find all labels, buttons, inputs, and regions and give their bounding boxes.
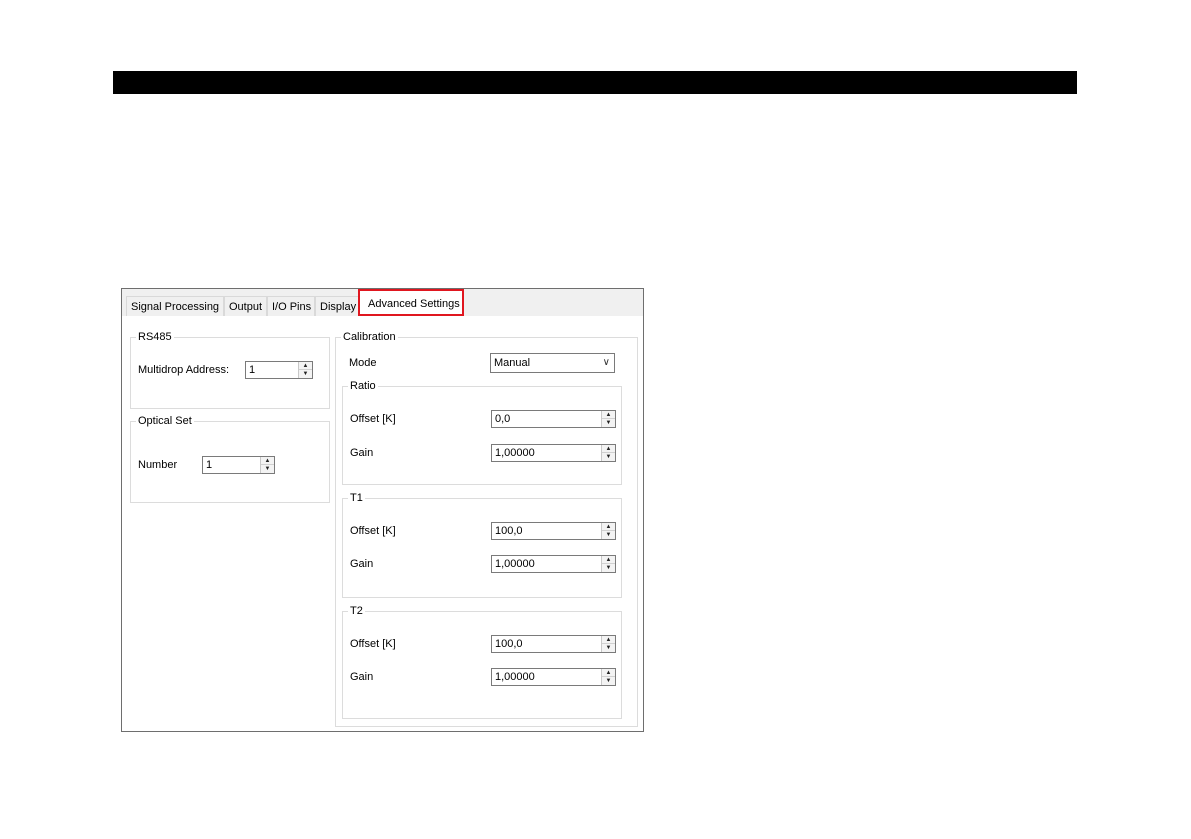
settings-window: Signal Processing Output I/O Pins Displa… bbox=[121, 288, 644, 732]
t1-offset-label: Offset [K] bbox=[350, 525, 396, 537]
ratio-title: Ratio bbox=[348, 379, 378, 393]
t1-title: T1 bbox=[348, 491, 365, 505]
ratio-offset-stepper[interactable]: ▲ ▼ bbox=[491, 410, 616, 428]
calibration-title: Calibration bbox=[341, 330, 398, 344]
spin-up-icon[interactable]: ▲ bbox=[261, 457, 274, 465]
t2-gain-label: Gain bbox=[350, 671, 374, 683]
tab-signal-processing[interactable]: Signal Processing bbox=[126, 296, 224, 316]
ratio-offset-spin-buttons[interactable]: ▲ ▼ bbox=[601, 411, 615, 427]
optical-set-group: Optical Set Number ▲ ▼ bbox=[130, 414, 330, 503]
multidrop-address-label: Multidrop Address: bbox=[138, 364, 230, 376]
multidrop-address-stepper[interactable]: ▲ ▼ bbox=[245, 361, 313, 379]
t1-offset-input[interactable] bbox=[492, 523, 601, 539]
rs485-title: RS485 bbox=[136, 330, 174, 344]
ratio-offset-label: Offset [K] bbox=[350, 413, 396, 425]
optical-number-stepper[interactable]: ▲ ▼ bbox=[202, 456, 275, 474]
ratio-gain-spin-buttons[interactable]: ▲ ▼ bbox=[601, 445, 615, 461]
t1-gain-input[interactable] bbox=[492, 556, 601, 572]
multidrop-address-input[interactable] bbox=[246, 362, 298, 378]
t1-gain-label: Gain bbox=[350, 558, 374, 570]
spin-down-icon[interactable]: ▼ bbox=[602, 644, 615, 652]
optical-set-title: Optical Set bbox=[136, 414, 194, 428]
spin-down-icon[interactable]: ▼ bbox=[602, 564, 615, 572]
spin-down-icon[interactable]: ▼ bbox=[261, 465, 274, 473]
t2-offset-spin-buttons[interactable]: ▲ ▼ bbox=[601, 636, 615, 652]
spin-up-icon[interactable]: ▲ bbox=[602, 523, 615, 531]
calibration-group: Calibration Mode Manual ∨ Ratio Offset [… bbox=[335, 330, 638, 727]
chevron-down-icon[interactable]: ∨ bbox=[603, 354, 610, 372]
header-bar bbox=[113, 71, 1077, 94]
mode-select[interactable]: Manual ∨ bbox=[490, 353, 615, 373]
spin-up-icon[interactable]: ▲ bbox=[602, 636, 615, 644]
ratio-gain-input[interactable] bbox=[492, 445, 601, 461]
tab-output[interactable]: Output bbox=[224, 296, 267, 316]
tab-advanced-settings[interactable]: Advanced Settings bbox=[358, 289, 464, 316]
t1-gain-stepper[interactable]: ▲ ▼ bbox=[491, 555, 616, 573]
t2-group: T2 Offset [K] ▲ ▼ Gain ▲ ▼ bbox=[342, 604, 622, 719]
spin-down-icon[interactable]: ▼ bbox=[602, 677, 615, 685]
tab-io-pins[interactable]: I/O Pins bbox=[267, 296, 315, 316]
ratio-gain-label: Gain bbox=[350, 447, 374, 459]
spin-down-icon[interactable]: ▼ bbox=[602, 419, 615, 427]
advanced-settings-panel: RS485 Multidrop Address: ▲ ▼ Optical Set… bbox=[122, 316, 643, 731]
ratio-offset-input[interactable] bbox=[492, 411, 601, 427]
t1-gain-spin-buttons[interactable]: ▲ ▼ bbox=[601, 556, 615, 572]
ratio-group: Ratio Offset [K] ▲ ▼ Gain ▲ ▼ bbox=[342, 379, 622, 485]
mode-selected-value: Manual bbox=[494, 357, 531, 369]
spin-up-icon[interactable]: ▲ bbox=[602, 411, 615, 419]
t2-offset-label: Offset [K] bbox=[350, 638, 396, 650]
spin-up-icon[interactable]: ▲ bbox=[602, 669, 615, 677]
spin-down-icon[interactable]: ▼ bbox=[299, 370, 312, 378]
ratio-gain-stepper[interactable]: ▲ ▼ bbox=[491, 444, 616, 462]
spin-up-icon[interactable]: ▲ bbox=[602, 445, 615, 453]
t1-offset-spin-buttons[interactable]: ▲ ▼ bbox=[601, 523, 615, 539]
t2-gain-stepper[interactable]: ▲ ▼ bbox=[491, 668, 616, 686]
number-label: Number bbox=[138, 459, 178, 471]
spin-down-icon[interactable]: ▼ bbox=[602, 531, 615, 539]
tab-strip: Signal Processing Output I/O Pins Displa… bbox=[122, 289, 643, 317]
spin-up-icon[interactable]: ▲ bbox=[299, 362, 312, 370]
t2-title: T2 bbox=[348, 604, 365, 618]
rs485-group: RS485 Multidrop Address: ▲ ▼ bbox=[130, 330, 330, 409]
t2-gain-spin-buttons[interactable]: ▲ ▼ bbox=[601, 669, 615, 685]
t2-gain-input[interactable] bbox=[492, 669, 601, 685]
multidrop-address-spin-buttons[interactable]: ▲ ▼ bbox=[298, 362, 312, 378]
spin-down-icon[interactable]: ▼ bbox=[602, 453, 615, 461]
t2-offset-stepper[interactable]: ▲ ▼ bbox=[491, 635, 616, 653]
optical-number-spin-buttons[interactable]: ▲ ▼ bbox=[260, 457, 274, 473]
spin-up-icon[interactable]: ▲ bbox=[602, 556, 615, 564]
mode-label: Mode bbox=[349, 357, 377, 369]
optical-number-input[interactable] bbox=[203, 457, 260, 473]
t2-offset-input[interactable] bbox=[492, 636, 601, 652]
t1-group: T1 Offset [K] ▲ ▼ Gain ▲ ▼ bbox=[342, 491, 622, 598]
tab-display[interactable]: Display bbox=[315, 296, 361, 316]
t1-offset-stepper[interactable]: ▲ ▼ bbox=[491, 522, 616, 540]
